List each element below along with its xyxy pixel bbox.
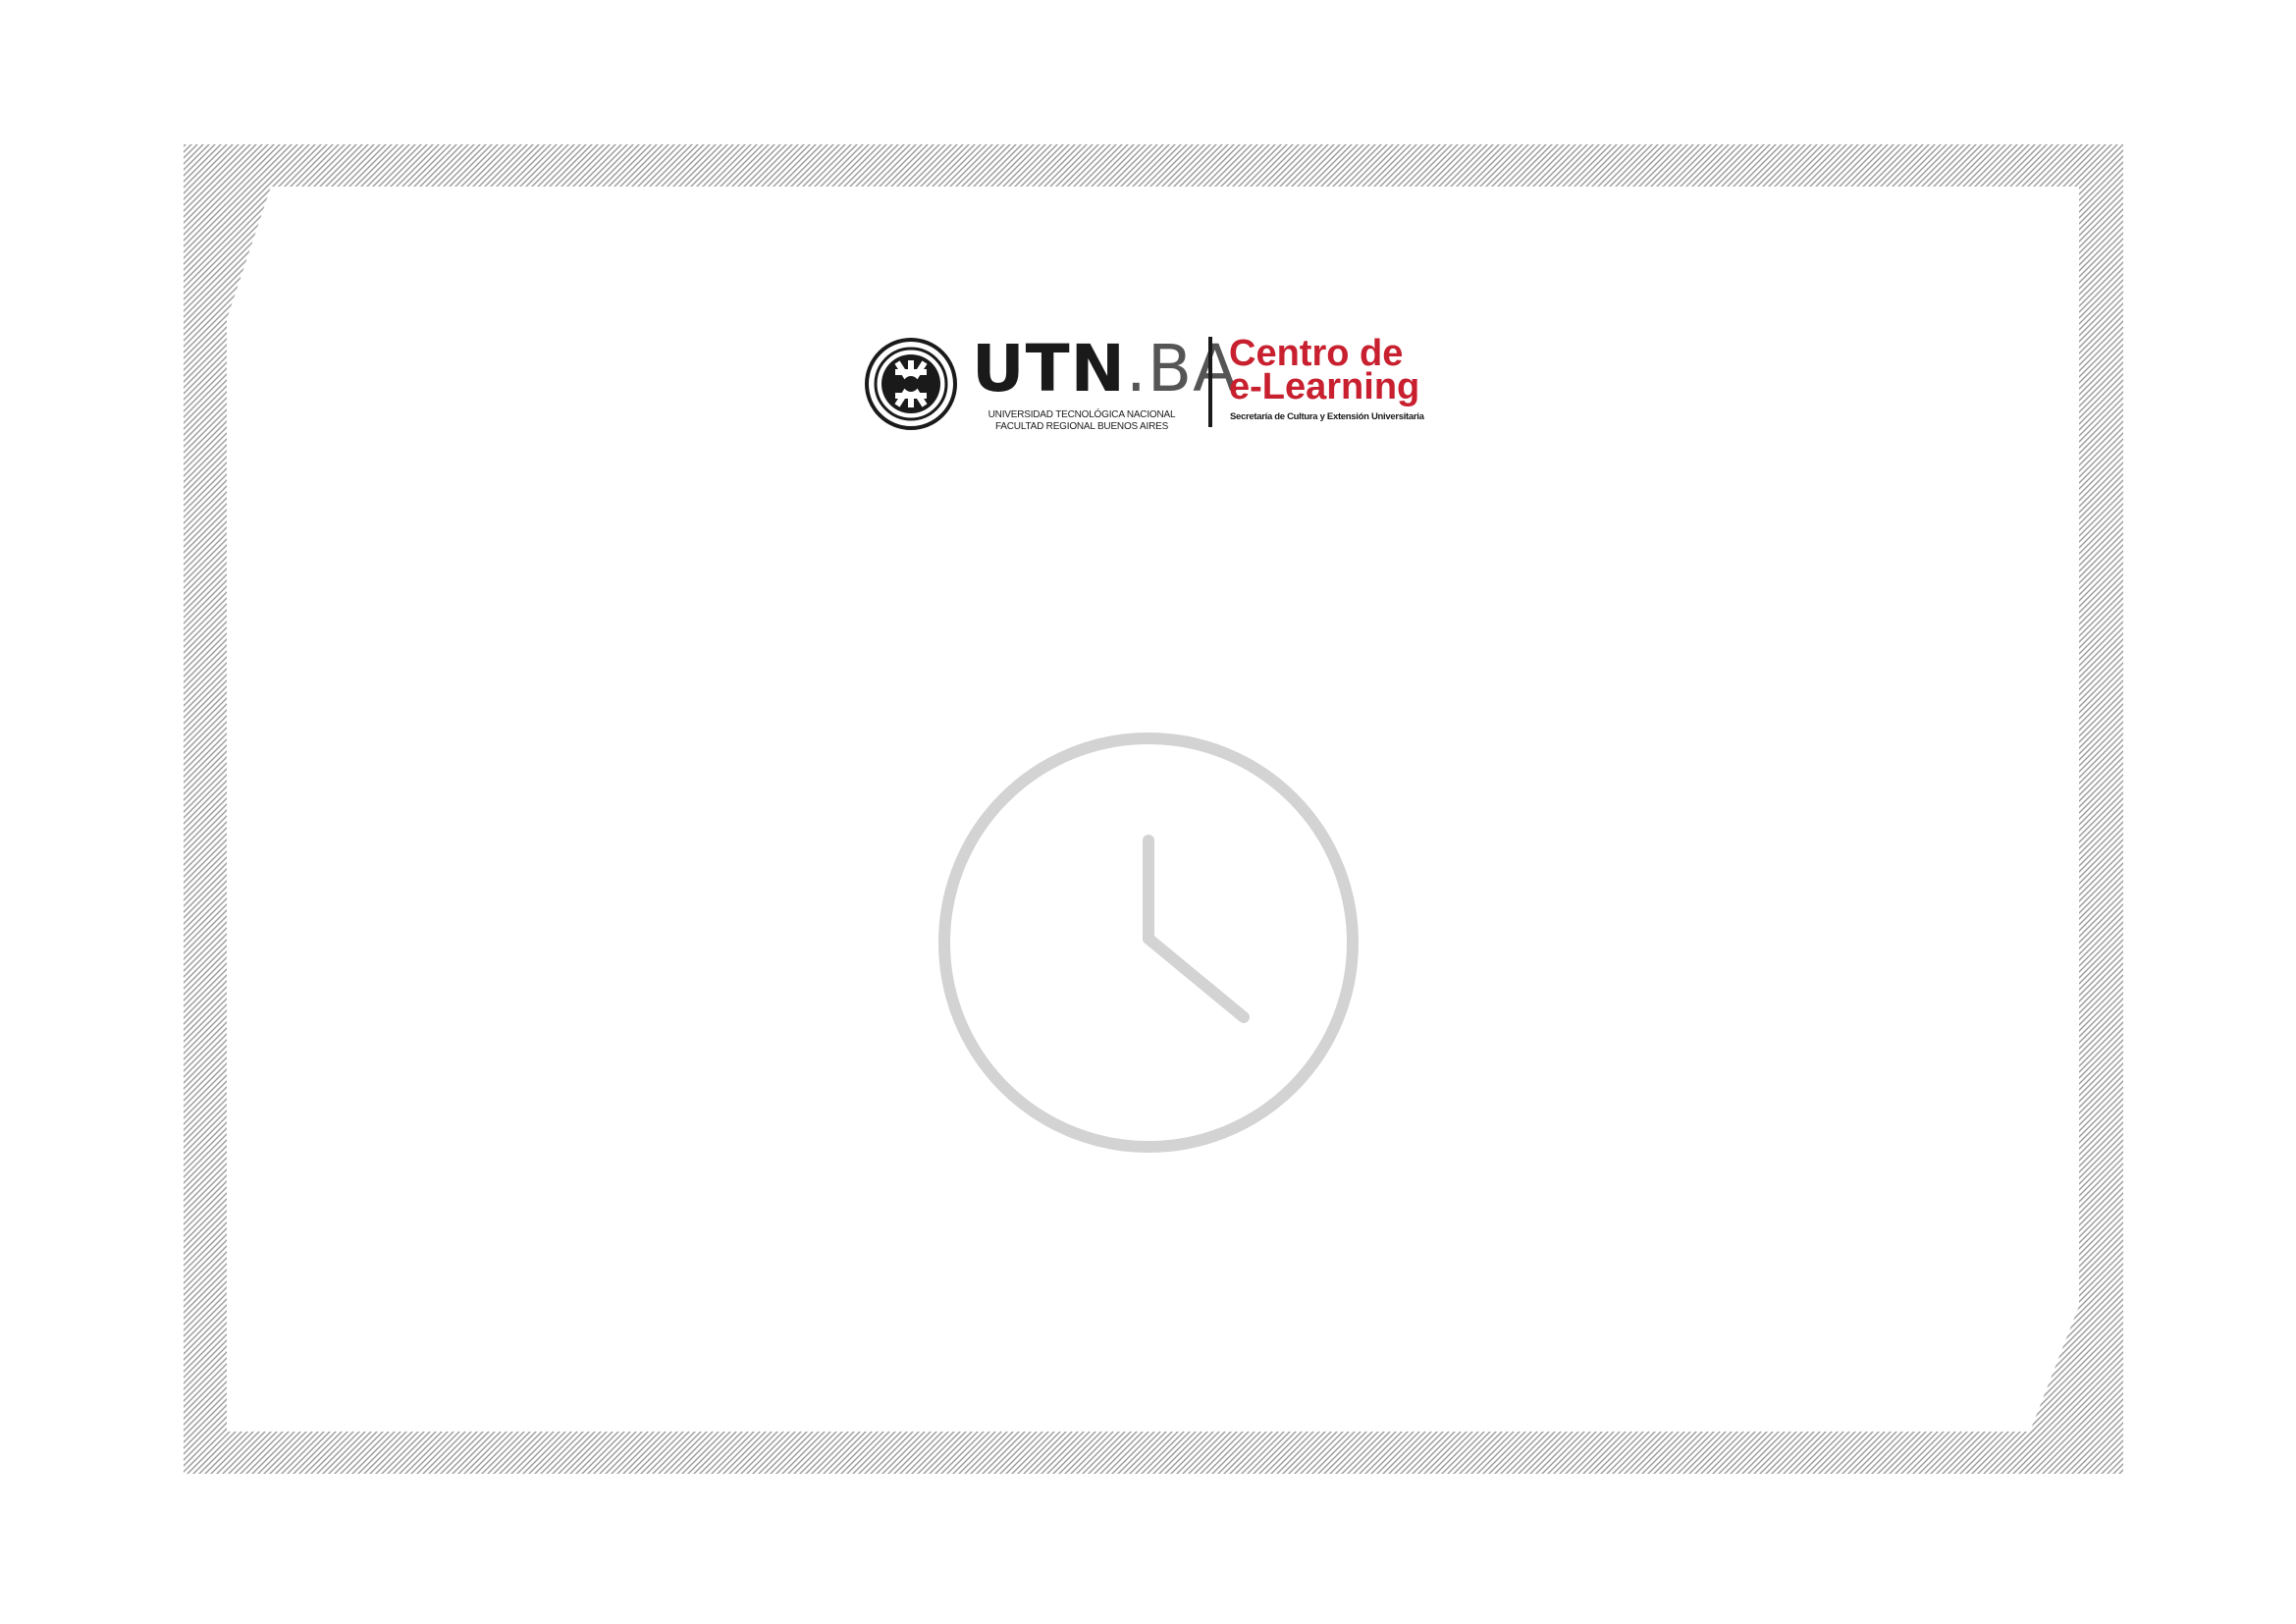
utn-emblem-icon (865, 338, 957, 430)
utn-wordmark-main: UTN (972, 331, 1126, 406)
centro-subtitle: Secretaría de Cultura y Extensión Univer… (1230, 411, 1424, 422)
logo-lockup: UTN.BA UNIVERSIDAD TECNOLÓGICA NACIONAL … (864, 329, 1453, 442)
utn-university-name: UNIVERSIDAD TECNOLÓGICA NACIONAL (988, 409, 1176, 420)
utn-wordmark: UTN.BA (972, 335, 1238, 404)
utn-wordmark-suffix: .BA (1125, 331, 1239, 406)
centro-title-line2: e-Learning (1229, 366, 1420, 407)
clock-minute-hand (1143, 933, 1250, 1023)
logo-divider (1208, 337, 1212, 427)
utn-faculty-name: FACULTAD REGIONAL BUENOS AIRES (994, 421, 1169, 432)
clock-icon (938, 732, 1359, 1153)
